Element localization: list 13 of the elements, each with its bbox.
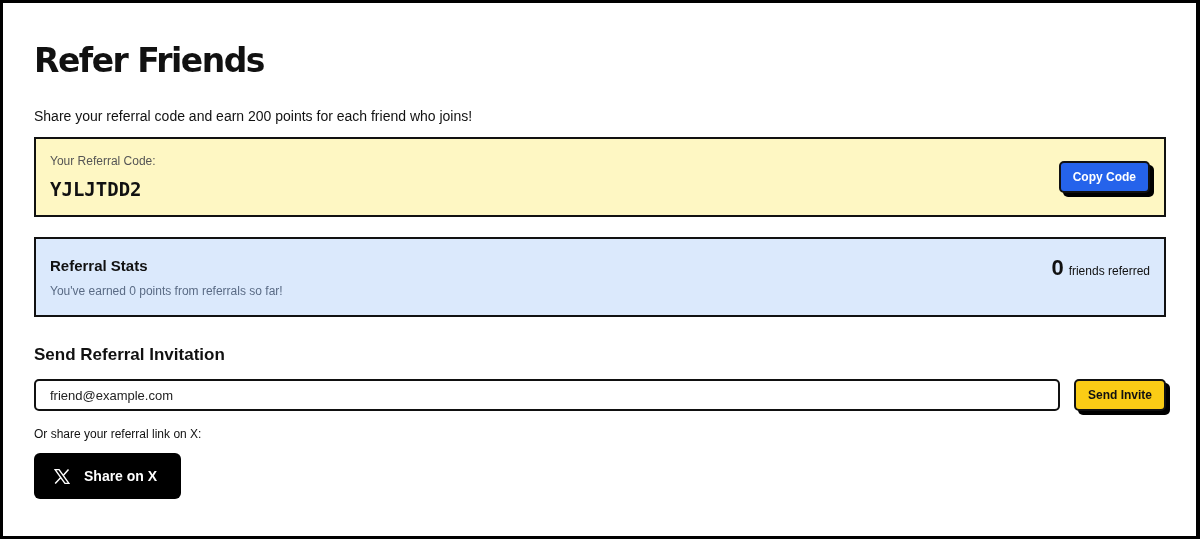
- invite-heading: Send Referral Invitation: [34, 345, 226, 365]
- page-title: Refer Friends: [34, 40, 265, 81]
- count-label: friends referred: [1068, 264, 1150, 278]
- x-logo-icon: [54, 468, 70, 484]
- share-label: Or share your referral link on X:: [34, 427, 203, 441]
- stats-note: You've earned 0 points from referrals so far!: [50, 283, 283, 298]
- referral-code: YJLJTDD2: [50, 178, 143, 200]
- referral-count: 0: [1051, 255, 1064, 281]
- code-label: Your Referral Code:: [50, 154, 156, 168]
- intro-text: Share your referral code and earn 200 points for each friend who joins!: [34, 107, 474, 125]
- email-field[interactable]: friend@example.com: [34, 379, 1060, 411]
- stats-title: Referral Stats: [50, 256, 149, 274]
- share-on-x-button[interactable]: Share on X: [34, 453, 181, 499]
